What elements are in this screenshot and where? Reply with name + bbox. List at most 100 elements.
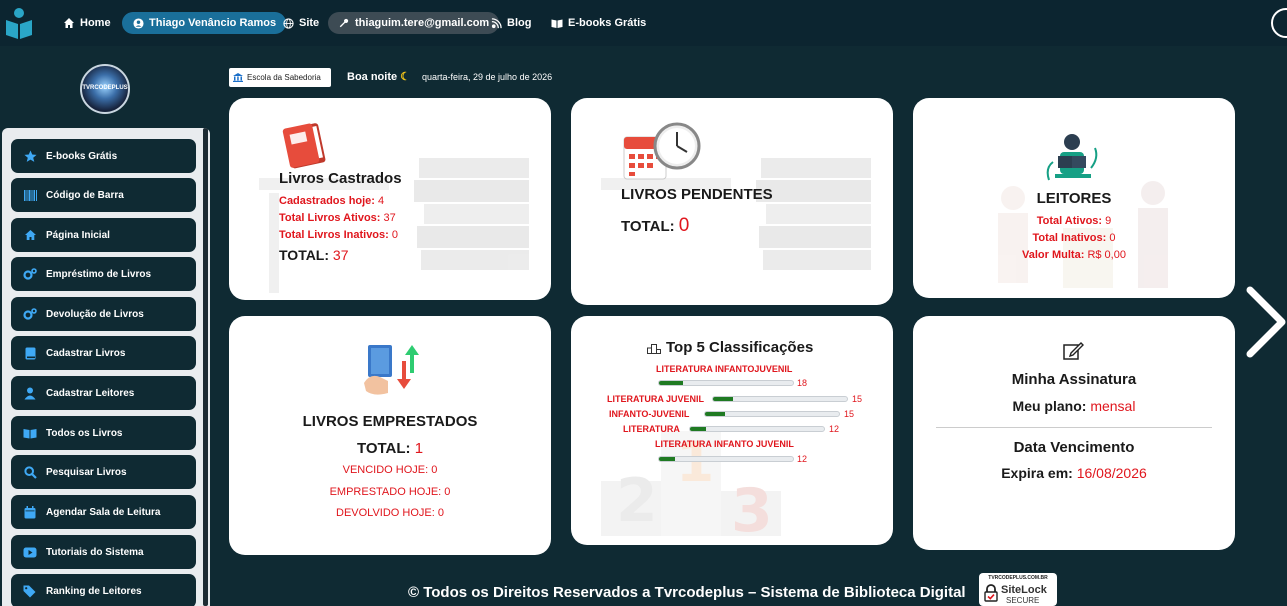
ranking-progress-bar [689, 426, 825, 432]
total-inativos: Total Inativos: 0 [913, 232, 1235, 244]
nav-ebooks-label: E-books Grátis [568, 17, 647, 29]
site-logo[interactable]: TVRCODEPLUS [80, 64, 130, 114]
book-exchange-icon [364, 345, 419, 395]
sidebar-item-label: Todos os Livros [46, 427, 123, 439]
account-circle-button[interactable] [1271, 8, 1287, 38]
card-top5[interactable]: 2 3 1 Top 5 Classificações LITERATURA IN… [571, 316, 893, 545]
nav-ebooks[interactable]: E-books Grátis [551, 12, 646, 34]
nav-email[interactable]: thiaguim.tere@gmail.com [328, 12, 500, 34]
nav-user-label: Thiago Venâncio Ramos [149, 17, 277, 29]
gears-icon [23, 307, 37, 321]
ranking-label: LITERATURA JUVENIL [607, 394, 705, 404]
user-icon [23, 386, 37, 400]
total-pendentes: TOTAL: 0 [621, 215, 689, 237]
calendar-icon [23, 505, 37, 519]
nav-email-label: thiaguim.tere@gmail.com [355, 17, 490, 29]
card-assinatura[interactable]: Minha Assinatura Meu plano: mensal Data … [913, 316, 1235, 550]
sidebar-item-ranking[interactable]: Ranking de Leitores [11, 574, 196, 606]
divider [936, 427, 1212, 428]
sidebar-item-agendar[interactable]: Agendar Sala de Leitura [11, 495, 196, 529]
ranking-progress-bar [658, 380, 794, 386]
sidebar-scrollbar[interactable] [203, 128, 208, 606]
total-livros-inativos: Total Livros Inativos: 0 [279, 229, 398, 241]
ranking-progress-fill [659, 457, 676, 461]
lock-icon [984, 584, 998, 602]
library-logo-icon[interactable] [4, 6, 34, 40]
chevron-right-icon[interactable] [1244, 286, 1287, 358]
search-icon [23, 465, 37, 479]
card-livros-emprestados[interactable]: LIVROS EMPRESTADOS TOTAL: 1 VENCIDO HOJE… [229, 316, 551, 555]
ranking-progress-bar [658, 456, 794, 462]
sidebar-item-label: Cadastrar Leitores [46, 387, 135, 399]
svg-text:2: 2 [616, 466, 658, 536]
star-icon [23, 149, 37, 163]
devolvido-hoje: DEVOLVIDO HOJE: 0 [336, 507, 444, 519]
sidebar-item-todos-livros[interactable]: Todos os Livros [11, 416, 196, 450]
valor-multa: Valor Multa: R$ 0,00 [913, 249, 1235, 261]
stat-value: 0 [1109, 232, 1116, 244]
gears-icon [23, 267, 37, 281]
sidebar-item-tutoriais[interactable]: Tutoriais do Sistema [11, 535, 196, 569]
nav-home[interactable]: Home [63, 12, 111, 34]
nav-site-label: Site [299, 17, 320, 29]
expira-label: Expira em: [1001, 465, 1073, 481]
ranking-progress-fill [690, 427, 707, 431]
vencido-hoje: VENCIDO HOJE: 0 [342, 464, 438, 476]
nav-user[interactable]: Thiago Venâncio Ramos [122, 12, 287, 34]
nav-site[interactable]: Site [282, 12, 319, 34]
card-leitores[interactable]: LEITORES Total Ativos: 9 Total Inativos:… [913, 98, 1235, 298]
sidebar-item-cadastrar-leitores[interactable]: Cadastrar Leitores [11, 376, 196, 410]
total-label: TOTAL: [279, 247, 330, 263]
tags-icon [23, 584, 37, 598]
sidebar-item-devolucao[interactable]: Devolução de Livros [11, 297, 196, 331]
ranking-progress-fill [705, 412, 726, 416]
ranking-progress-fill [713, 397, 734, 401]
expira-value: 16/08/2026 [1076, 465, 1147, 481]
card-livros-pendentes[interactable]: LIVROS PENDENTES TOTAL: 0 [571, 98, 893, 305]
sidebar-item-label: E-books Grátis [46, 150, 118, 162]
stat-value: R$ 0,00 [1087, 249, 1126, 261]
blog-icon [490, 17, 502, 29]
stat-value: 9 [1105, 215, 1112, 227]
sidebar-item-label: Pesquisar Livros [46, 466, 127, 478]
stat-label: Total Livros Ativos: [279, 212, 381, 224]
sitelock-badge[interactable]: TVRCODEPLUS.COM.BR SiteLock SECURE [979, 573, 1057, 606]
top5-title: Top 5 Classificações [647, 339, 813, 356]
stat-value: 4 [378, 195, 385, 207]
card-title: Top 5 Classificações [666, 339, 814, 356]
edit-icon [1063, 342, 1084, 360]
nav-blog-label: Blog [507, 17, 532, 29]
total-label: TOTAL: [621, 218, 675, 235]
ranking-progress-fill [659, 381, 684, 385]
stat-label: Total Inativos: [1032, 232, 1107, 244]
home-icon [63, 17, 75, 29]
school-icon [233, 73, 243, 82]
open-book-icon [23, 426, 37, 440]
vencimento-title: Data Vencimento [1013, 439, 1135, 456]
meu-plano: Meu plano: mensal [913, 398, 1235, 414]
ranking-value: 15 [844, 409, 855, 419]
sidebar-item-label: Agendar Sala de Leitura [46, 506, 161, 518]
ranking-label: LITERATURA INFANTOJUVENIL [656, 364, 793, 374]
ranking-value: 18 [797, 378, 808, 388]
sidebar-item-label: Página Inicial [46, 229, 110, 241]
school-badge: Escola da Sabedoria [229, 68, 331, 87]
sitelock-secure: SECURE [1006, 596, 1040, 605]
sidebar-item-home[interactable]: Página Inicial [11, 218, 196, 252]
card-livros-castrados[interactable]: Livros Castrados Cadastrados hoje: 4 Tot… [229, 98, 551, 300]
current-date: quarta-feira, 29 de julho de 2026 [422, 72, 553, 82]
ranking-label: LITERATURA INFANTO JUVENIL [655, 439, 794, 449]
nav-blog[interactable]: Blog [490, 12, 531, 34]
total-value: 0 [678, 215, 690, 236]
sidebar-item-ebooks[interactable]: E-books Grátis [11, 139, 196, 173]
sidebar-item-emprestimo[interactable]: Empréstimo de Livros [11, 257, 196, 291]
key-icon [338, 17, 350, 29]
ranking-label: INFANTO-JUVENIL [609, 409, 690, 419]
expira-em: Expira em: 16/08/2026 [913, 465, 1235, 481]
card-title: Minha Assinatura [1011, 371, 1137, 388]
sidebar-item-pesquisar[interactable]: Pesquisar Livros [11, 455, 196, 489]
sidebar-item-cadastrar-livros[interactable]: Cadastrar Livros [11, 336, 196, 370]
nav-home-label: Home [80, 17, 111, 29]
ranking-label: LITERATURA [623, 424, 680, 434]
sidebar-item-barcode[interactable]: Código de Barra [11, 178, 196, 212]
